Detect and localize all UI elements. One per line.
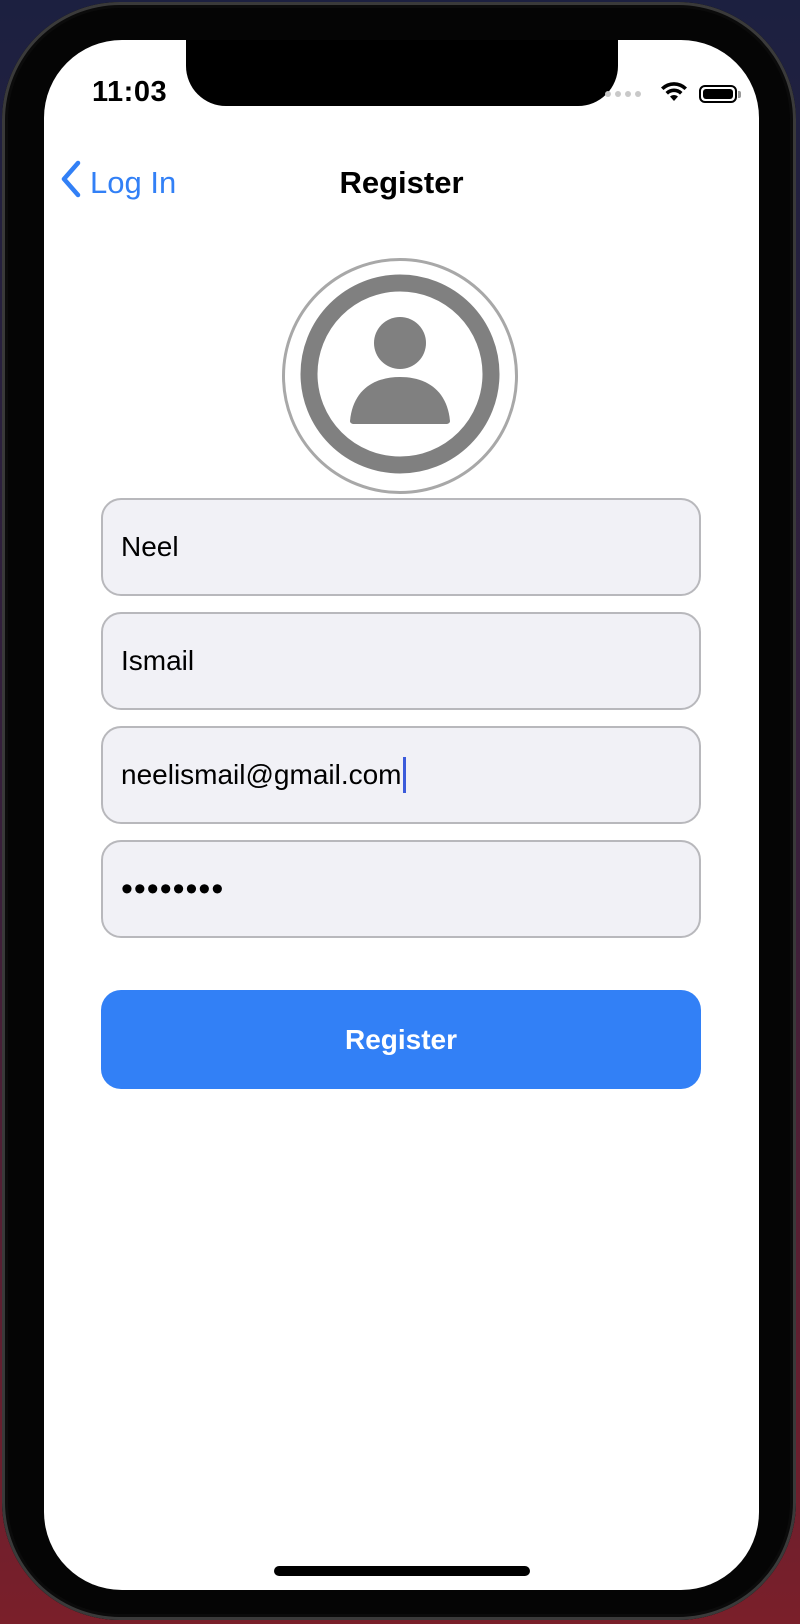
app-screen: 11:03 Register Log In Neel Ismail neelis… [44,40,759,1590]
first-name-value: Neel [121,531,179,562]
back-button[interactable]: Log In [60,148,176,218]
status-bar-indicators [605,80,741,107]
home-indicator[interactable] [274,1566,530,1576]
back-button-label: Log In [90,165,177,200]
password-value: •••••••• [121,869,225,908]
text-cursor [402,757,406,793]
chevron-left-icon [60,160,82,206]
wifi-icon [659,80,689,107]
email-field[interactable]: neelismail@gmail.com [101,726,701,824]
device-frame: 11:03 Register Log In Neel Ismail neelis… [2,2,796,1620]
cellular-signal-icon [605,90,641,97]
device-notch [186,40,618,106]
status-bar-time: 11:03 [92,76,168,108]
person-circle-icon [295,269,505,484]
profile-photo-button[interactable] [282,258,518,494]
last-name-value: Ismail [121,645,195,676]
register-button-label: Register [344,1023,458,1055]
first-name-field[interactable]: Neel [101,498,701,596]
register-button[interactable]: Register [101,990,701,1089]
battery-icon [699,84,741,103]
last-name-field[interactable]: Ismail [101,612,701,710]
navigation-bar: Register Log In [44,148,759,218]
email-value: neelismail@gmail.com [121,759,402,790]
password-field[interactable]: •••••••• [101,840,701,938]
